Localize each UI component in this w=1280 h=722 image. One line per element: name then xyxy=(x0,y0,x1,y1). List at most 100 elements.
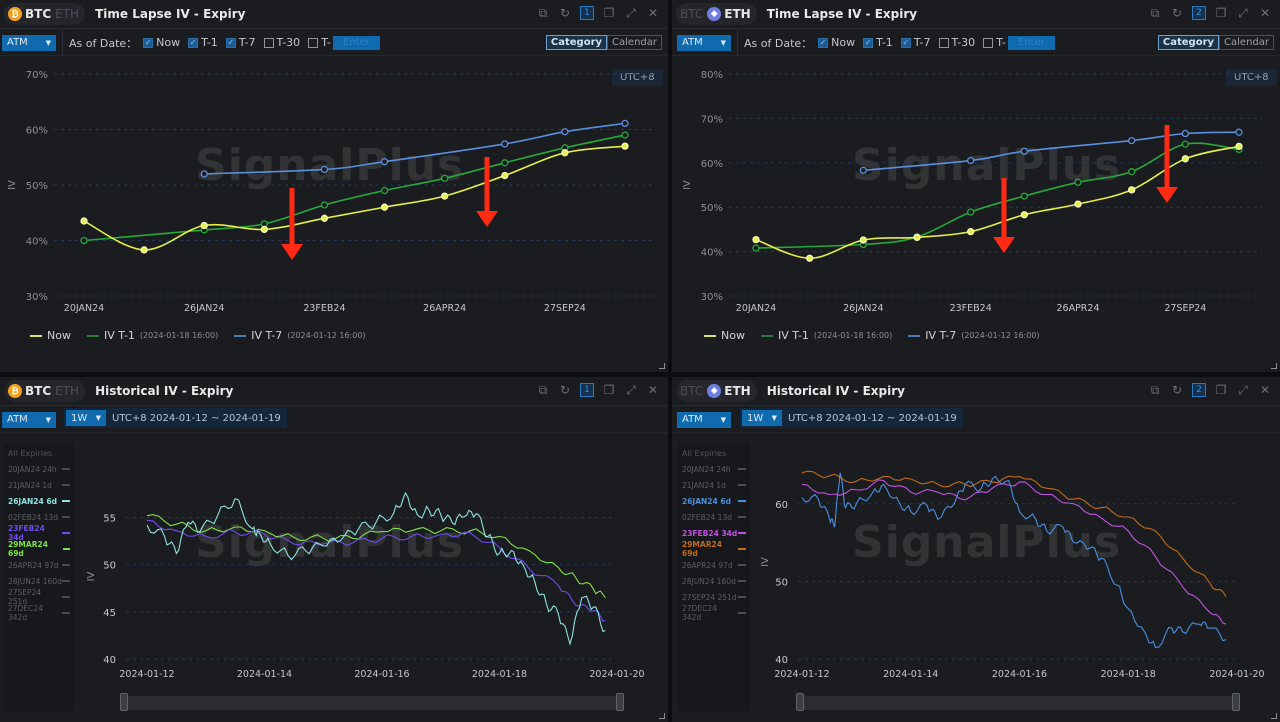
data-point xyxy=(752,244,760,252)
series-line-iv-t-1 xyxy=(83,134,626,242)
legend-item-t7[interactable]: IV T-7 (2024-01-12 16:00) xyxy=(234,329,366,342)
y-axis-label: IV xyxy=(86,571,97,581)
y-tick-label: 55 xyxy=(103,514,116,525)
eth-historical-panel: BTC ◆ ETH Historical IV - Expiry ⧉ ↻ 2 ❐ … xyxy=(672,377,1280,722)
btc-time-lapse-panel: ₿ BTC ETH Time Lapse IV - Expiry ⧉ ↻ 1 ❐ … xyxy=(0,0,668,372)
x-tick-label: 2024-01-12 xyxy=(119,669,174,680)
y-tick-label: 30% xyxy=(701,292,723,303)
data-point xyxy=(561,128,569,136)
data-point xyxy=(621,142,629,150)
data-point xyxy=(380,186,389,195)
y-tick-label: 50% xyxy=(26,181,48,192)
iv-term-structure-chart: 30% 40% 50% 60% 70% IV 20JAN24 26JAN24 23FEB24 26… xyxy=(7,70,655,314)
y-axis-label: IV xyxy=(682,180,693,190)
historical-iv-chart: 40 50 60 IV 2024-01-12 2024-01-14 2024-01-16 20… xyxy=(760,470,1265,680)
y-axis-label: IV xyxy=(760,557,771,567)
data-point xyxy=(320,201,329,209)
annotation-arrow-head xyxy=(993,237,1015,253)
data-point xyxy=(1074,178,1082,186)
x-tick-label: 26JAN24 xyxy=(843,303,883,314)
resize-handle[interactable] xyxy=(659,363,665,369)
y-tick-label: 60% xyxy=(26,126,48,137)
range-end-handle[interactable] xyxy=(1232,693,1240,711)
data-point xyxy=(806,254,814,262)
y-tick-label: 70% xyxy=(701,114,723,125)
x-tick-label: 2024-01-20 xyxy=(589,669,644,680)
y-tick-label: 30% xyxy=(26,292,48,303)
data-point xyxy=(859,166,867,174)
resize-handle[interactable] xyxy=(659,713,665,719)
data-point xyxy=(913,233,921,242)
range-end-handle[interactable] xyxy=(616,693,624,711)
data-point xyxy=(320,165,329,174)
data-point xyxy=(1235,128,1243,136)
x-tick-label: 2024-01-16 xyxy=(354,669,409,680)
range-start-handle[interactable] xyxy=(796,693,804,711)
data-point xyxy=(1020,192,1028,200)
data-point xyxy=(80,236,88,245)
resize-handle[interactable] xyxy=(1271,713,1277,719)
annotation-arrow-head xyxy=(476,211,498,227)
x-tick-label: 2024-01-14 xyxy=(237,669,292,680)
data-point xyxy=(1074,200,1082,208)
data-point xyxy=(1020,147,1028,155)
data-point xyxy=(967,156,975,165)
y-tick-label: 40% xyxy=(26,237,48,248)
series-line-23feb24-34d xyxy=(801,479,1227,625)
historical-iv-chart: 40 45 50 55 IV 2024-01-12 2024-01-14 2024-01-16… xyxy=(86,491,645,680)
time-range-scrollbar[interactable] xyxy=(120,693,624,711)
data-point xyxy=(1128,186,1136,194)
series-line-23feb24-34d xyxy=(146,519,606,623)
x-tick-label: 2024-01-20 xyxy=(1209,669,1264,680)
series-line-26jan24-6d xyxy=(146,491,606,646)
legend-item-t1[interactable]: IV T-1 (2024-01-18 16:00) xyxy=(86,329,218,342)
x-tick-label: 20JAN24 xyxy=(736,303,776,314)
data-point xyxy=(1181,140,1189,148)
data-point xyxy=(967,227,975,236)
data-point xyxy=(1181,129,1189,138)
data-point xyxy=(441,174,449,182)
x-tick-label: 26JAN24 xyxy=(184,303,224,314)
y-tick-label: 50 xyxy=(103,561,116,572)
x-tick-label: 2024-01-14 xyxy=(883,669,938,680)
series-line-29mar24-69d xyxy=(801,470,1227,598)
y-axis-label: IV xyxy=(7,180,18,190)
legend-item-now[interactable]: Now xyxy=(704,329,745,342)
annotation-arrow-shaft xyxy=(1164,125,1170,189)
x-tick-label: 27SEP24 xyxy=(1164,303,1206,314)
y-tick-label: 60% xyxy=(701,159,723,170)
x-tick-label: 26APR24 xyxy=(1056,303,1099,314)
data-point xyxy=(501,159,509,167)
data-point xyxy=(200,170,208,178)
legend-item-t7[interactable]: IV T-7 (2024-01-12 16:00) xyxy=(908,329,1040,342)
data-point xyxy=(1235,142,1243,151)
range-start-handle[interactable] xyxy=(120,693,128,711)
y-tick-label: 70% xyxy=(26,70,48,81)
data-point xyxy=(1181,155,1189,163)
y-tick-label: 50% xyxy=(701,203,723,214)
data-point xyxy=(501,171,509,180)
data-point xyxy=(380,203,389,211)
y-tick-label: 40% xyxy=(701,248,723,259)
data-point xyxy=(260,225,268,234)
x-tick-label: 2024-01-18 xyxy=(472,669,527,680)
annotation-arrow-shaft xyxy=(289,188,295,246)
btc-historical-panel: ₿ BTC ETH Historical IV - Expiry ⧉ ↻ 1 ❐ … xyxy=(0,377,668,722)
data-point xyxy=(752,235,760,244)
x-tick-label: 23FEB24 xyxy=(950,303,992,314)
x-tick-label: 26APR24 xyxy=(423,303,466,314)
chart-legend: Now IV T-1 (2024-01-18 16:00) IV T-7 (2024… xyxy=(30,329,366,342)
x-tick-label: 20JAN24 xyxy=(64,303,104,314)
eth-time-lapse-panel: BTC ◆ ETH Time Lapse IV - Expiry ⧉ ↻ 2 ❐ … xyxy=(672,0,1280,372)
resize-handle[interactable] xyxy=(1271,363,1277,369)
data-point xyxy=(967,208,975,216)
data-point xyxy=(501,140,509,148)
data-point xyxy=(441,192,449,200)
series-line-26jan24-6d xyxy=(801,472,1227,648)
data-point xyxy=(859,236,867,244)
time-range-scrollbar[interactable] xyxy=(796,693,1240,711)
x-tick-label: 2024-01-18 xyxy=(1101,669,1156,680)
annotation-arrow-shaft xyxy=(1001,178,1007,239)
legend-item-t1[interactable]: IV T-1 (2024-01-18 16:00) xyxy=(760,329,892,342)
legend-item-now[interactable]: Now xyxy=(30,329,71,342)
